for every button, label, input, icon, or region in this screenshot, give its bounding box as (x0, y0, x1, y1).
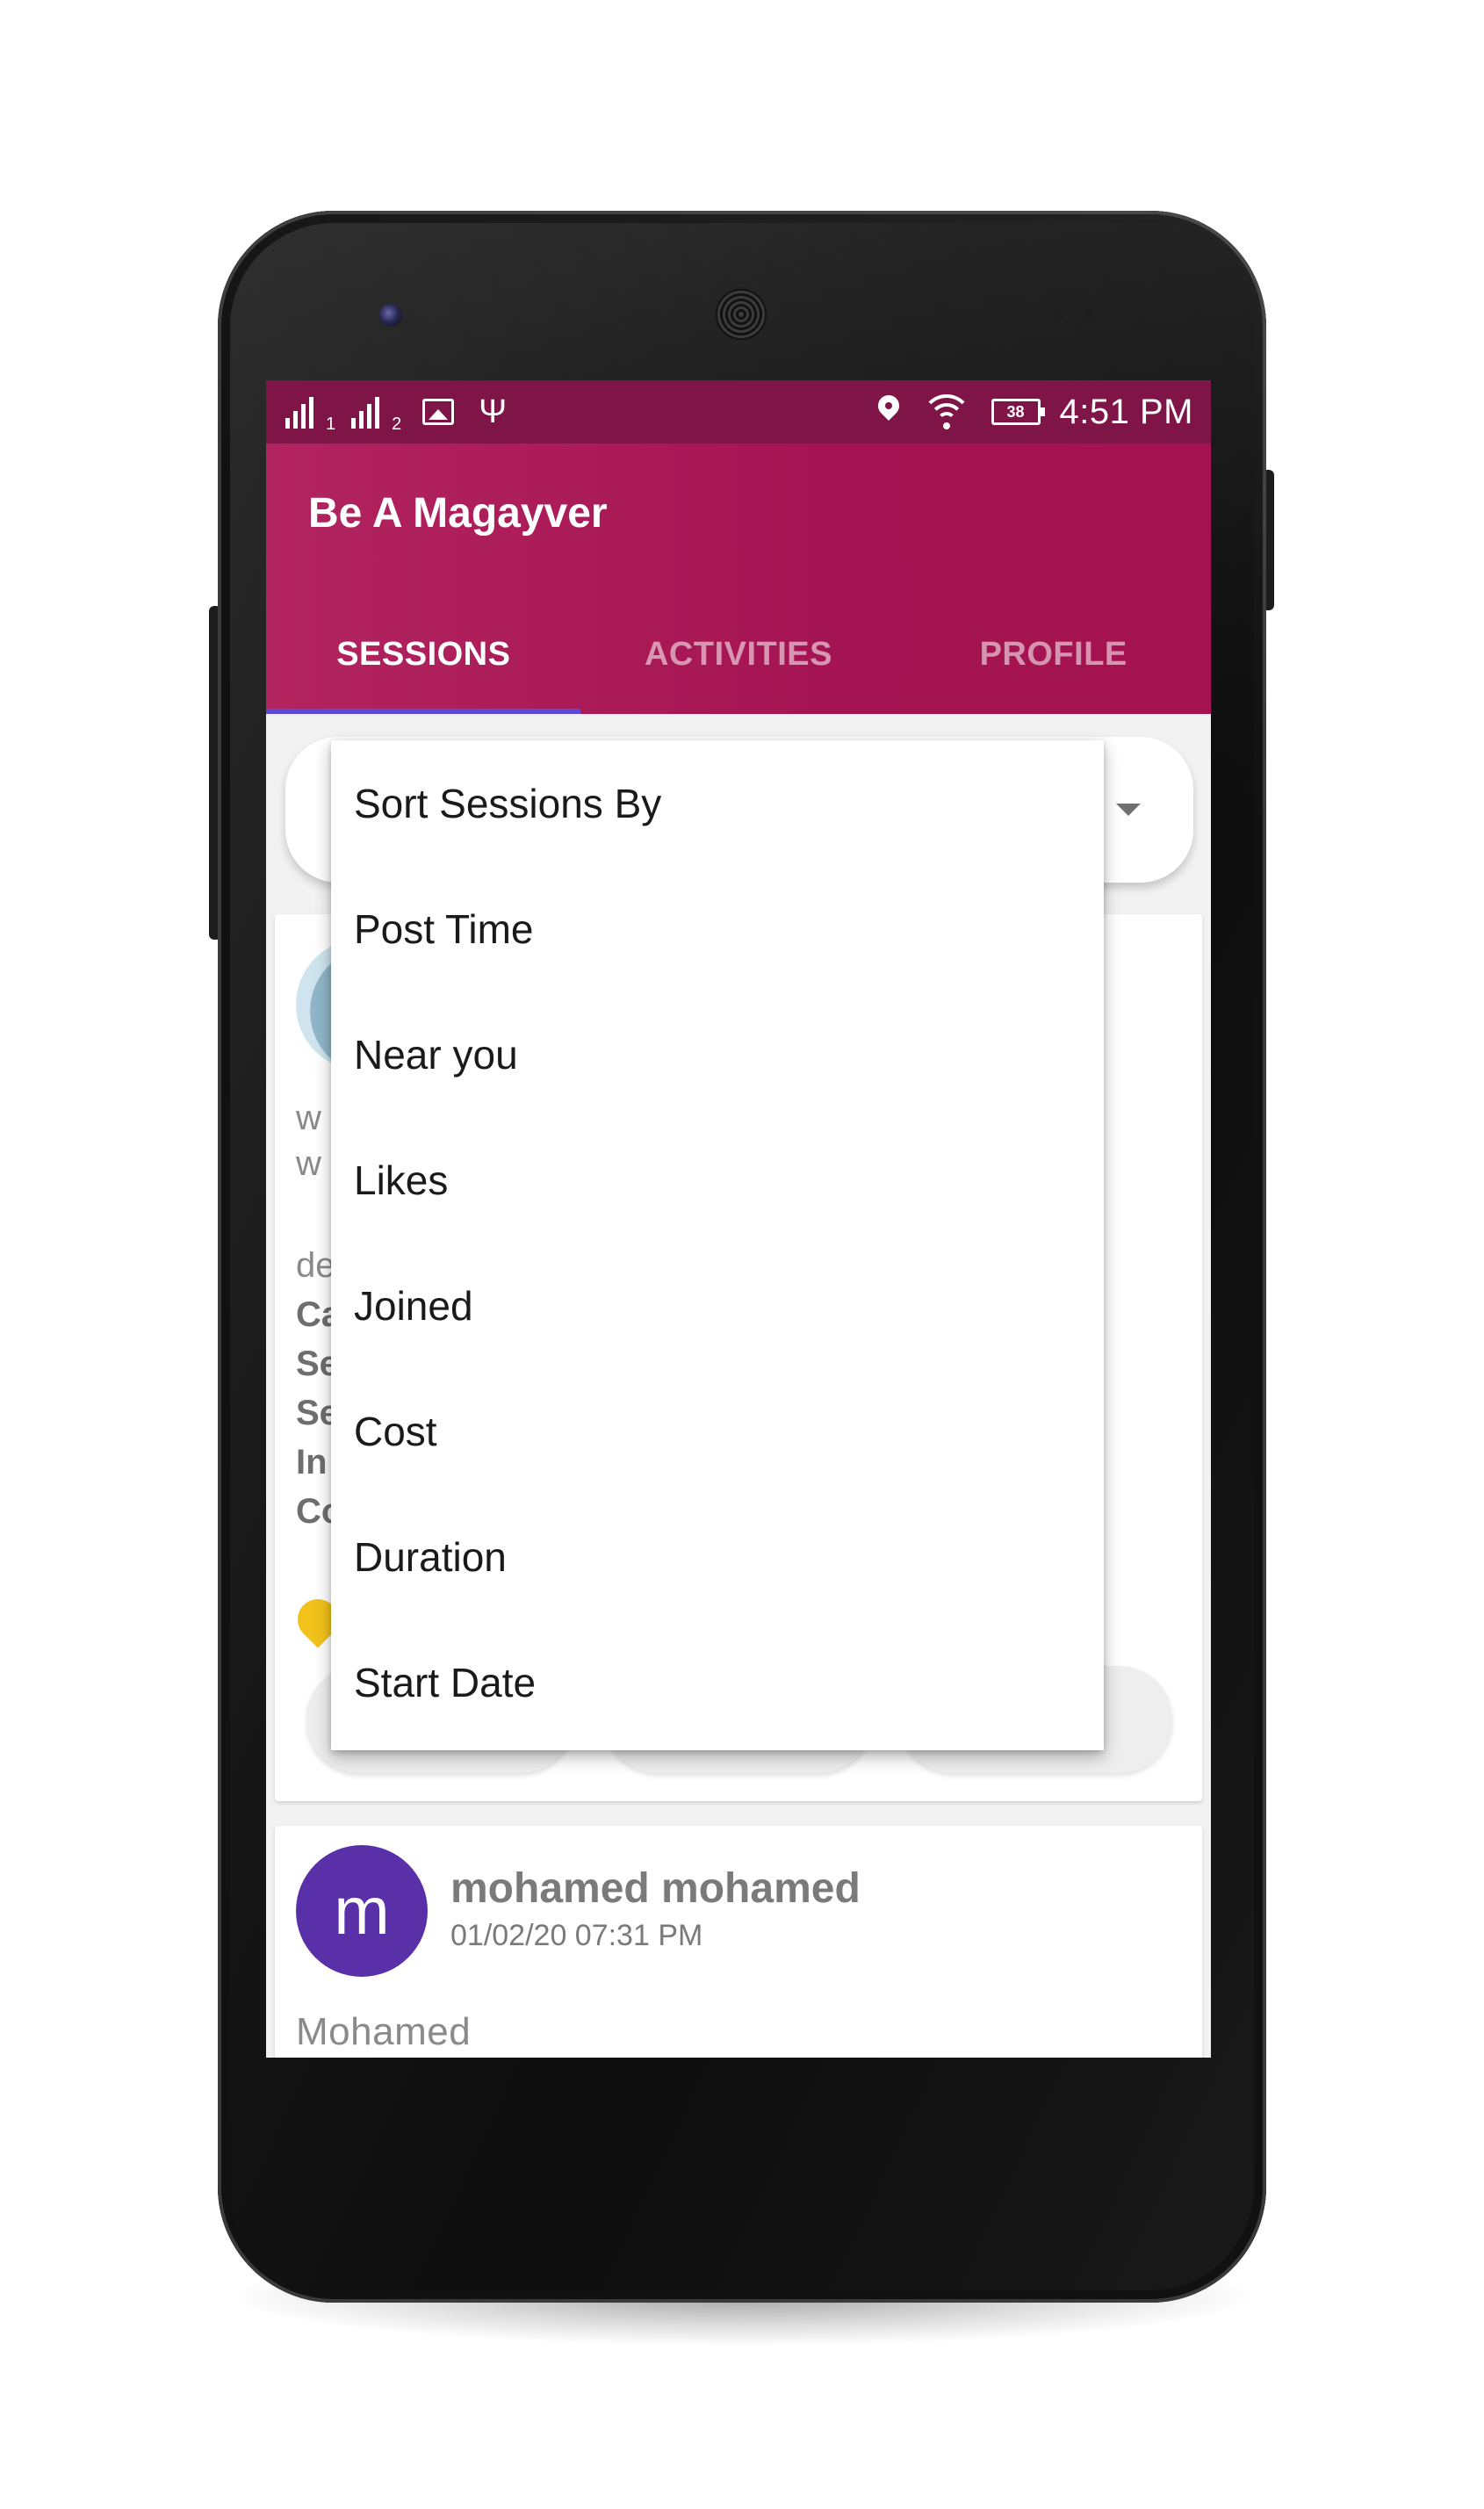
session-description: Mohamed (296, 2010, 472, 2053)
signal-icon (285, 395, 313, 429)
dropdown-item-likes[interactable]: Likes (331, 1117, 1104, 1243)
status-left: 1 2 Ψ (285, 389, 507, 435)
wifi-icon (920, 393, 972, 431)
status-bar: 1 2 Ψ 38 4:51 PM (266, 380, 1211, 443)
tab-bar: SESSIONS ACTIVITIES PROFILE (266, 595, 1211, 714)
tab-sessions[interactable]: SESSIONS (266, 595, 581, 714)
app-screen: 1 2 Ψ 38 4:51 PM Be A Magayver SESSIONS … (266, 380, 1211, 2058)
status-time: 4:51 PM (1059, 392, 1193, 431)
gallery-icon (422, 399, 455, 425)
dropdown-item-start-date[interactable]: Start Date (331, 1619, 1104, 1745)
post-timestamp: 01/02/20 07:31 PM (450, 1919, 703, 1952)
sim1-label: 1 (326, 415, 336, 434)
front-camera (379, 304, 402, 327)
sim2-label: 2 (392, 415, 402, 434)
dropdown-item-post-time[interactable]: Post Time (331, 866, 1104, 991)
app-title: Be A Magayver (308, 490, 608, 537)
card-text-fragment: de (296, 1246, 335, 1285)
dropdown-arrow-icon (1116, 804, 1141, 816)
dropdown-item-joined[interactable]: Joined (331, 1243, 1104, 1368)
status-right: 38 4:51 PM (875, 389, 1193, 435)
dropdown-item-cost[interactable]: Cost (331, 1368, 1104, 1494)
light-sensor (1084, 309, 1096, 321)
dropdown-item-duration[interactable]: Duration (331, 1494, 1104, 1619)
dropdown-item-near-you[interactable]: Near you (331, 991, 1104, 1117)
proximity-sensor (1052, 309, 1064, 321)
sort-dropdown-menu: Sort Sessions By Post Time Near you Like… (331, 740, 1104, 1750)
location-icon (875, 395, 902, 429)
tab-activities[interactable]: ACTIVITIES (581, 595, 897, 714)
avatar[interactable]: m (296, 1845, 428, 1977)
tab-profile[interactable]: PROFILE (896, 595, 1211, 714)
battery-icon: 38 (991, 399, 1045, 425)
author-name[interactable]: mohamed mohamed (450, 1864, 861, 1913)
tab-indicator (266, 709, 580, 714)
usb-icon: Ψ (479, 393, 507, 430)
session-card[interactable]: m mohamed mohamed 01/02/20 07:31 PM Moha… (275, 1826, 1202, 2058)
app-bar: Be A Magayver SESSIONS ACTIVITIES PROFIL… (266, 443, 1211, 714)
card-text-fragment: w (296, 1144, 321, 1183)
dropdown-header-sort-by[interactable]: Sort Sessions By (331, 740, 1104, 866)
earpiece-speaker (713, 286, 769, 342)
card-text-fragment: In (296, 1443, 328, 1482)
signal-icon (351, 395, 380, 429)
card-text-fragment: w (296, 1099, 321, 1137)
